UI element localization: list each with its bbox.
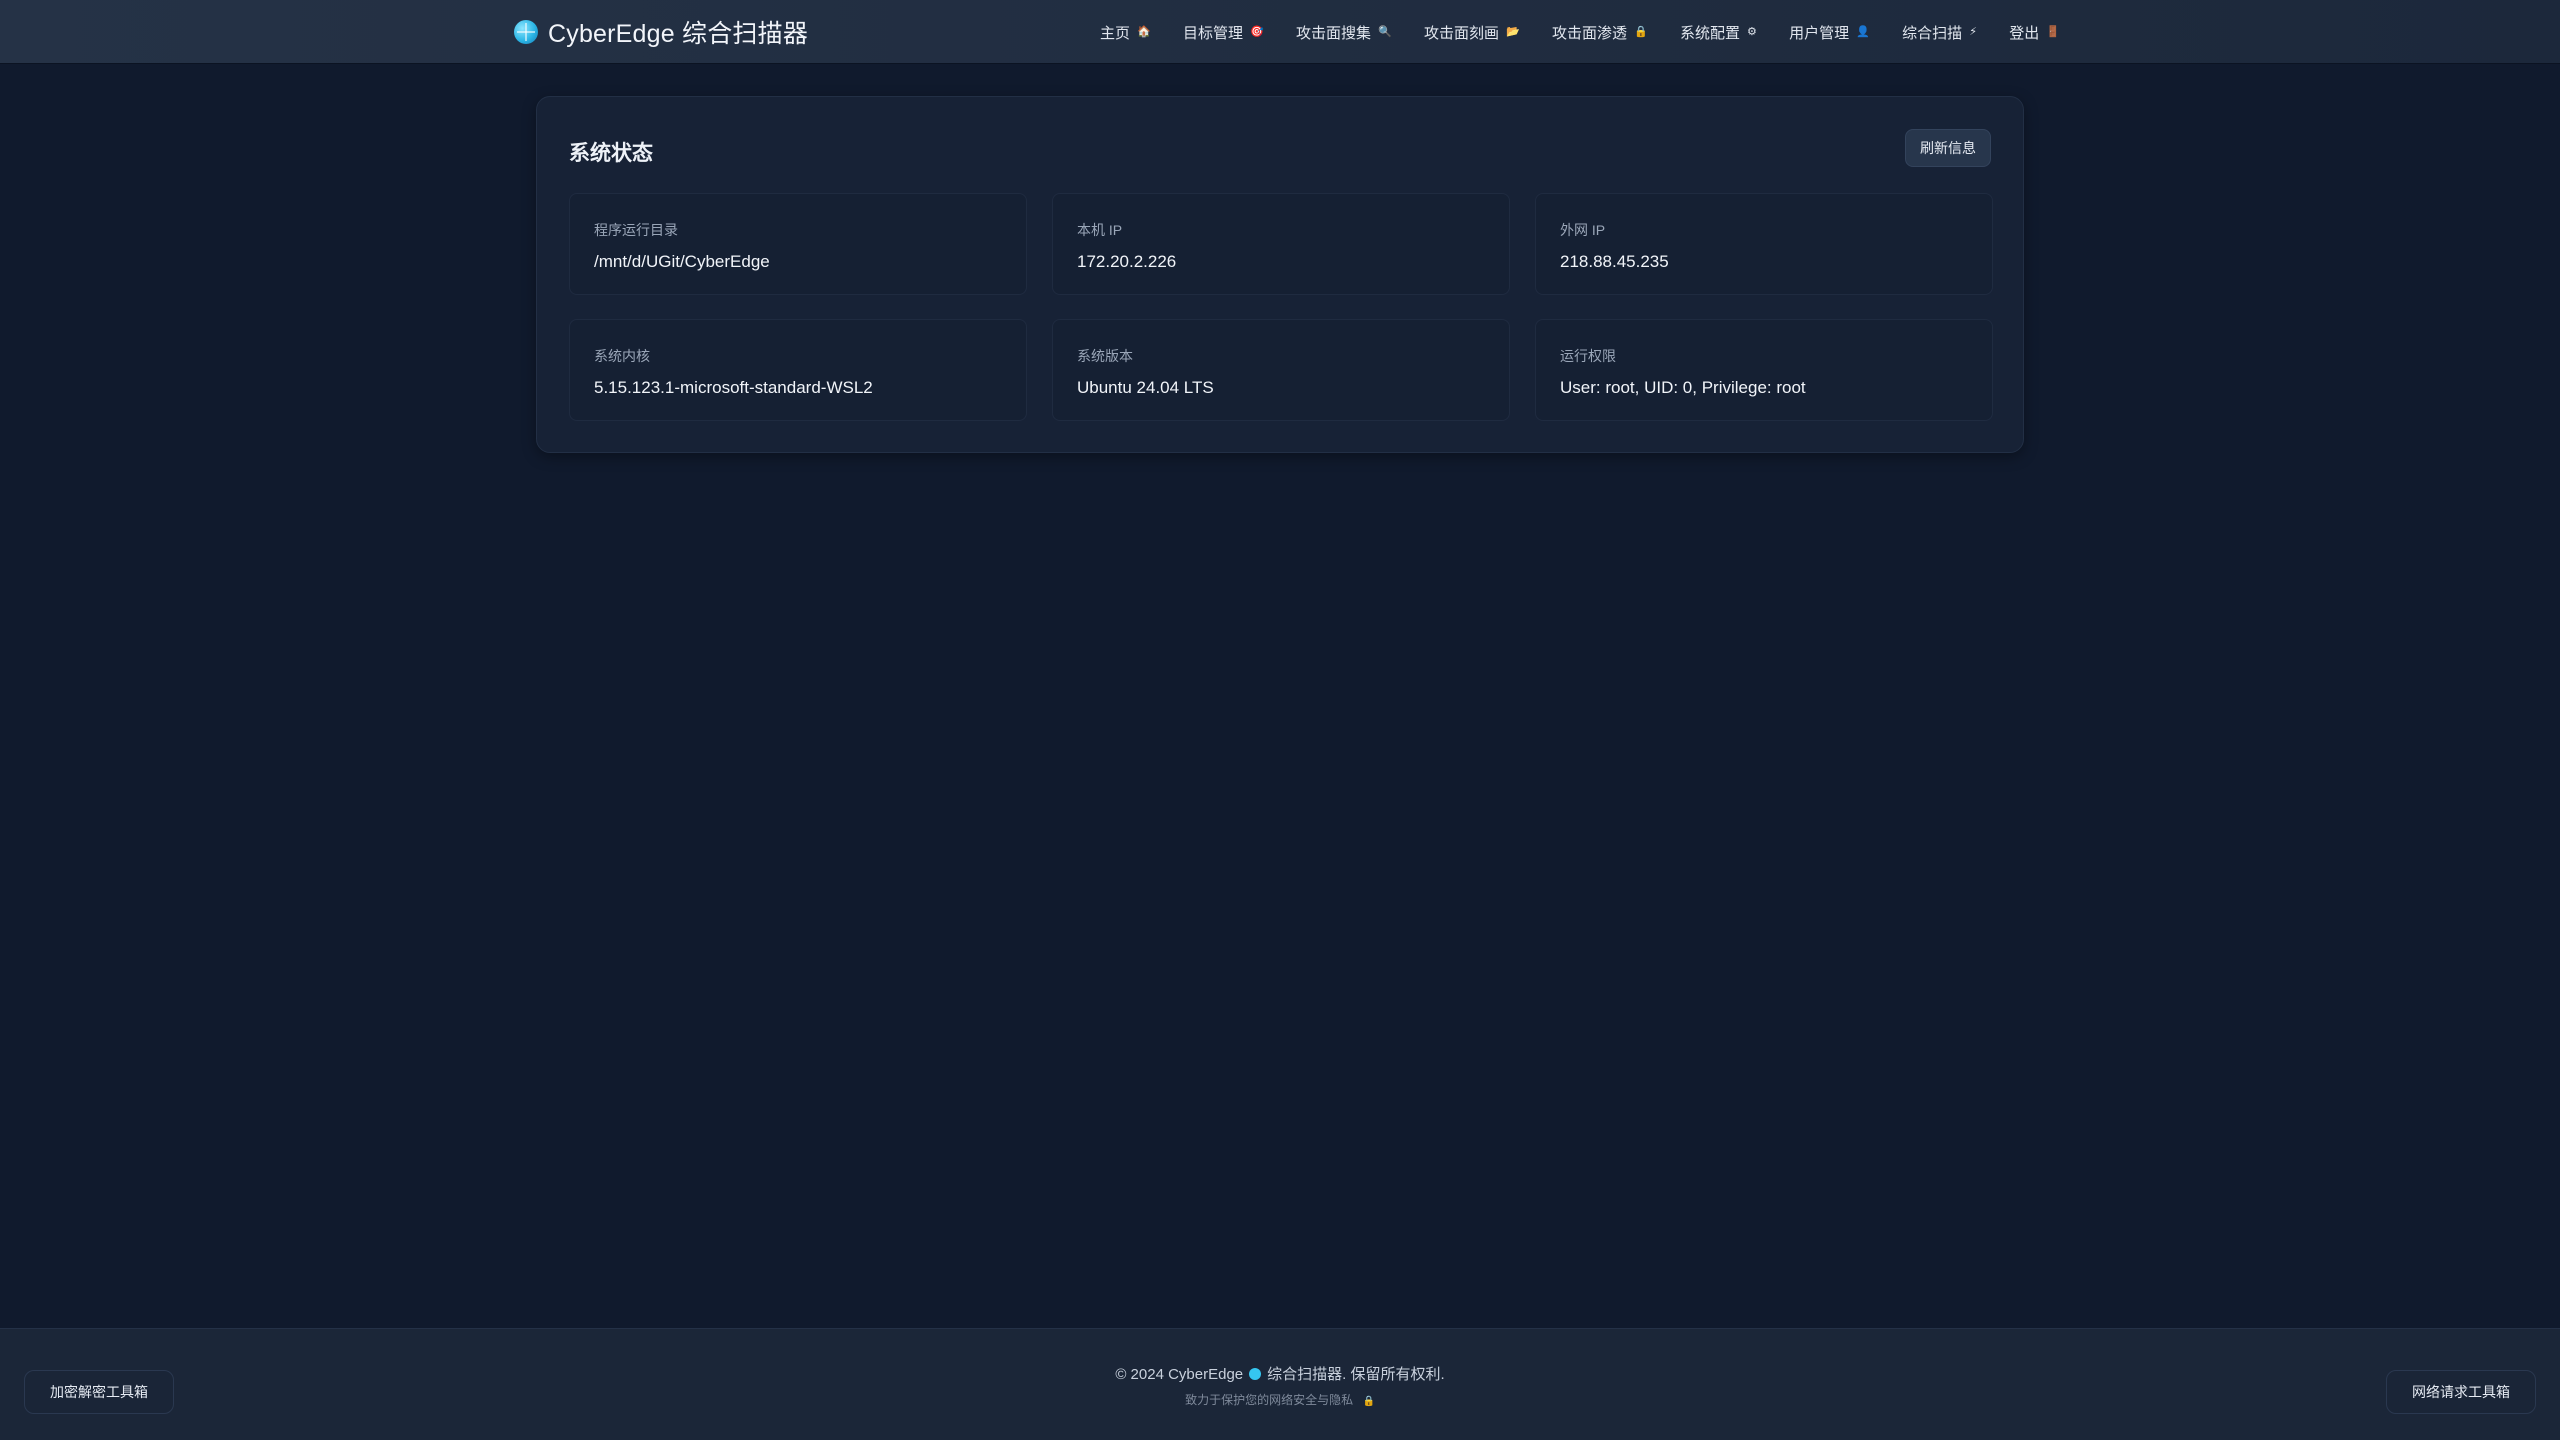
nav-item-user-management[interactable]: 用户管理 👤 xyxy=(1789,22,1870,43)
info-value: Ubuntu 24.04 LTS xyxy=(1077,378,1214,397)
info-box-run-directory: 程序运行目录 /mnt/d/UGit/CyberEdge xyxy=(569,193,1027,295)
nav-item-label: 攻击面刻画 xyxy=(1424,24,1500,42)
copyright-prefix: © 2024 CyberEdge xyxy=(1115,1366,1244,1383)
info-box-os-version: 系统版本 Ubuntu 24.04 LTS xyxy=(1052,319,1510,421)
info-box-kernel: 系统内核 5.15.123.1-microsoft-standard-WSL2 xyxy=(569,319,1027,421)
user-icon: 👤 xyxy=(1856,25,1870,38)
info-value: User: root, UID: 0, Privilege: root xyxy=(1560,378,1806,397)
tagline-text: 致力于保护您的网络安全与隐私 xyxy=(1185,1393,1354,1407)
info-label: 本机 IP xyxy=(1077,222,1123,238)
gear-icon: ⚙ xyxy=(1747,25,1757,38)
globe-icon xyxy=(514,20,538,44)
nav-item-attack-surface-collection[interactable]: 攻击面搜集 🔍 xyxy=(1296,22,1392,43)
main-nav: 主页 🏠 目标管理 🎯 攻击面搜集 🔍 攻击面刻画 📂 攻击面渗透 🔒 系统配置… xyxy=(1100,0,2060,64)
info-label: 系统内核 xyxy=(594,348,650,364)
info-value: 218.88.45.235 xyxy=(1560,252,1669,271)
info-label: 程序运行目录 xyxy=(594,222,678,238)
nav-item-label: 目标管理 xyxy=(1183,24,1244,42)
info-value: /mnt/d/UGit/CyberEdge xyxy=(594,252,770,271)
card-title: 系统状态 xyxy=(569,142,653,165)
folder-icon: 📂 xyxy=(1506,25,1520,38)
nav-item-label: 攻击面搜集 xyxy=(1296,24,1372,42)
door-icon: 🚪 xyxy=(2046,25,2060,38)
crypto-toolbox-button[interactable]: 加密解密工具箱 xyxy=(24,1370,174,1414)
target-icon: 🎯 xyxy=(1250,25,1264,38)
nav-item-label: 综合扫描 xyxy=(1902,24,1963,42)
info-grid: 程序运行目录 /mnt/d/UGit/CyberEdge 本机 IP 172.2… xyxy=(569,193,1993,421)
top-navbar: CyberEdge 综合扫描器 主页 🏠 目标管理 🎯 攻击面搜集 🔍 攻击面刻… xyxy=(0,0,2560,64)
nav-item-system-config[interactable]: 系统配置 ⚙ xyxy=(1680,22,1757,43)
nav-item-label: 攻击面渗透 xyxy=(1552,24,1628,42)
nav-item-label: 用户管理 xyxy=(1789,24,1850,42)
nav-item-label: 主页 xyxy=(1100,24,1131,42)
nav-item-home[interactable]: 主页 🏠 xyxy=(1100,22,1151,43)
info-box-local-ip: 本机 IP 172.20.2.226 xyxy=(1052,193,1510,295)
info-box-public-ip: 外网 IP 218.88.45.235 xyxy=(1535,193,1993,295)
nav-item-logout[interactable]: 登出 🚪 xyxy=(2009,22,2060,43)
nav-item-label: 系统配置 xyxy=(1680,24,1741,42)
footer: © 2024 CyberEdge 综合扫描器. 保留所有权利. 致力于保护您的网络… xyxy=(0,1328,2560,1440)
nav-item-comprehensive-scan[interactable]: 综合扫描 ⚡ xyxy=(1902,22,1977,43)
footer-tagline: 致力于保护您的网络安全与隐私 🔒 xyxy=(0,1391,2560,1408)
network-request-toolbox-button[interactable]: 网络请求工具箱 xyxy=(2386,1370,2536,1414)
info-value: 172.20.2.226 xyxy=(1077,252,1177,271)
lock-icon: 🔒 xyxy=(1634,25,1648,38)
brand[interactable]: CyberEdge 综合扫描器 xyxy=(514,0,808,64)
system-status-card: 系统状态 刷新信息 程序运行目录 /mnt/d/UGit/CyberEdge 本… xyxy=(536,96,2024,453)
brand-title: CyberEdge 综合扫描器 xyxy=(548,20,809,48)
info-value: 5.15.123.1-microsoft-standard-WSL2 xyxy=(594,378,873,397)
info-label: 系统版本 xyxy=(1077,348,1133,364)
home-icon: 🏠 xyxy=(1137,25,1151,38)
copyright-suffix: 综合扫描器. 保留所有权利. xyxy=(1267,1366,1445,1383)
info-box-run-privilege: 运行权限 User: root, UID: 0, Privilege: root xyxy=(1535,319,1993,421)
nav-item-target-management[interactable]: 目标管理 🎯 xyxy=(1183,22,1264,43)
lock-icon: 🔒 xyxy=(1362,1396,1375,1407)
search-icon: 🔍 xyxy=(1378,25,1392,38)
info-label: 外网 IP xyxy=(1560,222,1606,238)
nav-item-label: 登出 xyxy=(2009,24,2040,42)
refresh-button[interactable]: 刷新信息 xyxy=(1905,129,1991,167)
nav-item-attack-surface-penetration[interactable]: 攻击面渗透 🔒 xyxy=(1552,22,1648,43)
lightning-icon: ⚡ xyxy=(1969,25,1977,38)
footer-copyright: © 2024 CyberEdge 综合扫描器. 保留所有权利. xyxy=(0,1363,2560,1384)
globe-dot-icon xyxy=(1249,1368,1262,1380)
nav-item-attack-surface-profiling[interactable]: 攻击面刻画 📂 xyxy=(1424,22,1520,43)
info-label: 运行权限 xyxy=(1560,348,1616,364)
